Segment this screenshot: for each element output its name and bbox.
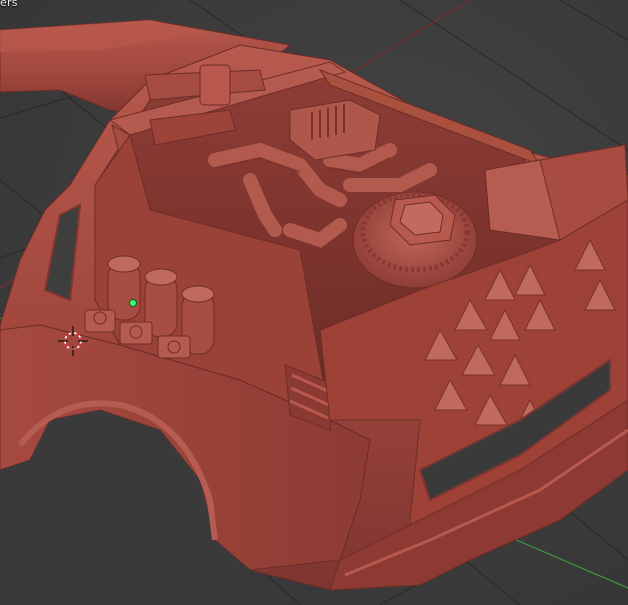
reactor-fan[interactable] xyxy=(352,191,478,289)
viewport-scene[interactable] xyxy=(0,0,628,605)
3d-cursor-icon[interactable] xyxy=(58,326,88,356)
viewport-overlay-text: ers xyxy=(0,0,18,9)
object-origin-icon xyxy=(129,299,137,307)
3d-viewport[interactable]: ers xyxy=(0,0,628,605)
